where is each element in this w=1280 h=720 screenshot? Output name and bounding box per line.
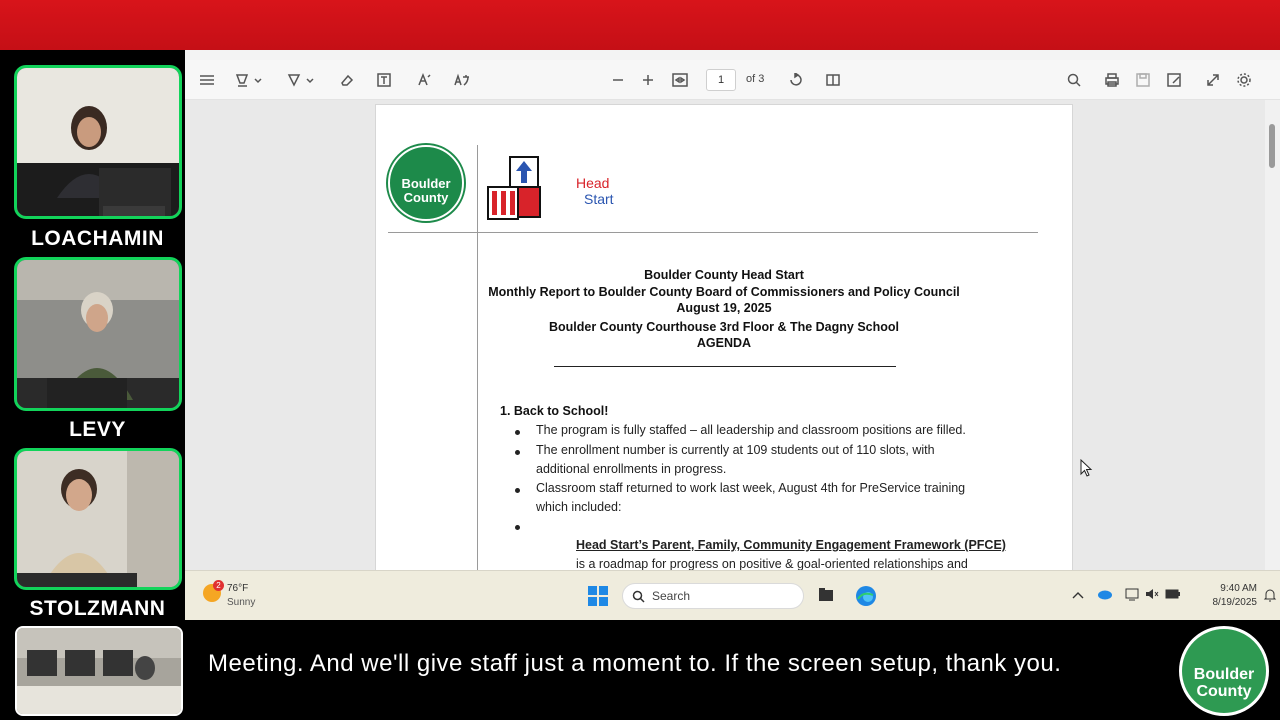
head-start-logo-line2: Start xyxy=(584,191,614,207)
seal-line2: County xyxy=(1196,683,1252,700)
room-camera-thumbnail xyxy=(15,626,183,716)
top-banner xyxy=(0,0,1280,50)
header-rule xyxy=(388,232,1038,233)
participant-name-loachamin: LOACHAMIN xyxy=(31,227,164,250)
zoom-out-icon[interactable] xyxy=(610,70,626,90)
search-label: Search xyxy=(652,589,691,603)
settings-icon[interactable] xyxy=(1236,70,1252,90)
mouse-cursor-icon xyxy=(1080,459,1093,477)
weather-desc: Sunny xyxy=(227,597,256,608)
doc-date: August 19, 2025 xyxy=(676,301,772,315)
bullet-text-cont: which included: xyxy=(536,500,622,514)
save-as-icon[interactable] xyxy=(1166,70,1182,90)
text-icon[interactable] xyxy=(376,70,392,90)
contents-icon[interactable] xyxy=(199,70,215,90)
scrollbar-thumb[interactable] xyxy=(1269,124,1275,168)
participant-video-levy xyxy=(14,257,182,411)
participant-video-loachamin xyxy=(14,65,182,219)
boulder-county-logo: Boulder County xyxy=(388,145,464,221)
draw-icon[interactable] xyxy=(287,70,315,90)
bullet-text: Classroom staff returned to work last we… xyxy=(536,481,966,495)
pdf-toolbar: 1 of 3 xyxy=(185,60,1280,100)
room-camera-frame xyxy=(17,628,181,714)
windows-taskbar: 2 76°F Sunny Search 9:40 AM 8/19/2025 xyxy=(185,570,1280,620)
bullet-dot xyxy=(515,488,520,493)
pfce-text: is a roadmap for progress on positive & … xyxy=(576,557,968,570)
translate-icon[interactable] xyxy=(453,70,471,90)
live-caption: Meeting. And we'll give staff just a mom… xyxy=(208,650,1062,677)
doc-agenda-label: AGENDA xyxy=(696,336,752,350)
seal-line1: Boulder xyxy=(1193,666,1255,683)
bullet-text: The enrollment number is currently at 10… xyxy=(536,443,935,457)
fullscreen-icon[interactable] xyxy=(1205,70,1221,90)
boulder-county-seal: Boulder County xyxy=(1179,626,1269,716)
doc-report-title: Monthly Report to Boulder County Board o… xyxy=(488,285,960,299)
save-icon[interactable] xyxy=(1135,70,1151,90)
print-icon[interactable] xyxy=(1104,70,1120,90)
taskbar-search[interactable]: Search xyxy=(622,583,804,609)
section-title: 1. Back to School! xyxy=(500,404,609,418)
weather-badge: 2 xyxy=(213,580,224,591)
vertical-scrollbar[interactable] xyxy=(1265,100,1280,570)
zoom-in-icon[interactable] xyxy=(640,70,656,90)
doc-org-title: Boulder County Head Start xyxy=(644,268,804,282)
rotate-icon[interactable] xyxy=(787,70,803,90)
chevron-up-icon[interactable] xyxy=(1072,590,1084,600)
search-icon[interactable] xyxy=(1066,70,1082,90)
edge-browser-icon[interactable] xyxy=(855,585,877,607)
head-start-logo-line1: Head xyxy=(576,175,610,191)
taskbar-clock[interactable]: 9:40 AM 8/19/2025 xyxy=(1197,582,1258,610)
onedrive-icon[interactable] xyxy=(1097,588,1113,600)
pdf-page: Boulder County Head Start Boulder County… xyxy=(375,104,1073,570)
participant-video-frame xyxy=(17,451,179,587)
head-start-logo-text: Head Start xyxy=(576,175,614,207)
eraser-icon[interactable] xyxy=(339,70,355,90)
clock-date: 8/19/2025 xyxy=(1212,597,1258,608)
video-frame: LOACHAMIN LEVY STOLZMANN 1 of 3 Boulder … xyxy=(0,0,1280,720)
weather-temp: 76°F xyxy=(227,583,249,594)
page-count: of 3 xyxy=(746,73,765,85)
participant-column: LOACHAMIN LEVY STOLZMANN xyxy=(0,50,185,620)
highlight-icon[interactable] xyxy=(235,70,263,90)
search-icon xyxy=(632,590,645,603)
battery-icon[interactable] xyxy=(1165,587,1181,601)
bullet-dot xyxy=(515,525,520,530)
page-number-input[interactable]: 1 xyxy=(706,69,736,91)
page-view-icon[interactable] xyxy=(825,70,841,90)
notification-bell-icon[interactable] xyxy=(1263,588,1277,602)
document-viewport: Boulder County Head Start Boulder County… xyxy=(185,100,1265,570)
clock-time: 9:40 AM xyxy=(1220,583,1257,594)
network-icon[interactable] xyxy=(1125,587,1139,601)
speaker-muted-icon[interactable] xyxy=(1145,587,1159,601)
participant-name-levy: LEVY xyxy=(69,418,126,441)
margin-rule xyxy=(477,145,478,570)
caption-strip: Meeting. And we'll give staff just a mom… xyxy=(0,620,1280,720)
agenda-rule xyxy=(554,366,896,367)
pfce-title: Head Start’s Parent, Family, Community E… xyxy=(576,538,1006,552)
bullet-dot xyxy=(515,430,520,435)
participant-video-frame xyxy=(17,68,179,216)
participant-video-frame xyxy=(17,260,179,408)
read-aloud-icon[interactable] xyxy=(416,70,432,90)
fit-page-icon[interactable] xyxy=(671,70,689,90)
participant-video-stolzmann xyxy=(14,448,182,590)
head-start-blocks-icon xyxy=(487,156,541,220)
participant-name-stolzmann: STOLZMANN xyxy=(29,597,166,620)
bullet-text-cont: additional enrollments in progress. xyxy=(536,462,727,476)
screen-share: 1 of 3 Boulder County Head Start Boulder… xyxy=(185,50,1280,620)
windows-start-icon[interactable] xyxy=(588,586,608,606)
bullet-dot xyxy=(515,450,520,455)
bullet-text: The program is fully staffed – all leade… xyxy=(536,423,966,437)
doc-location: Boulder County Courthouse 3rd Floor & Th… xyxy=(548,320,899,334)
file-explorer-icon[interactable] xyxy=(817,586,835,604)
